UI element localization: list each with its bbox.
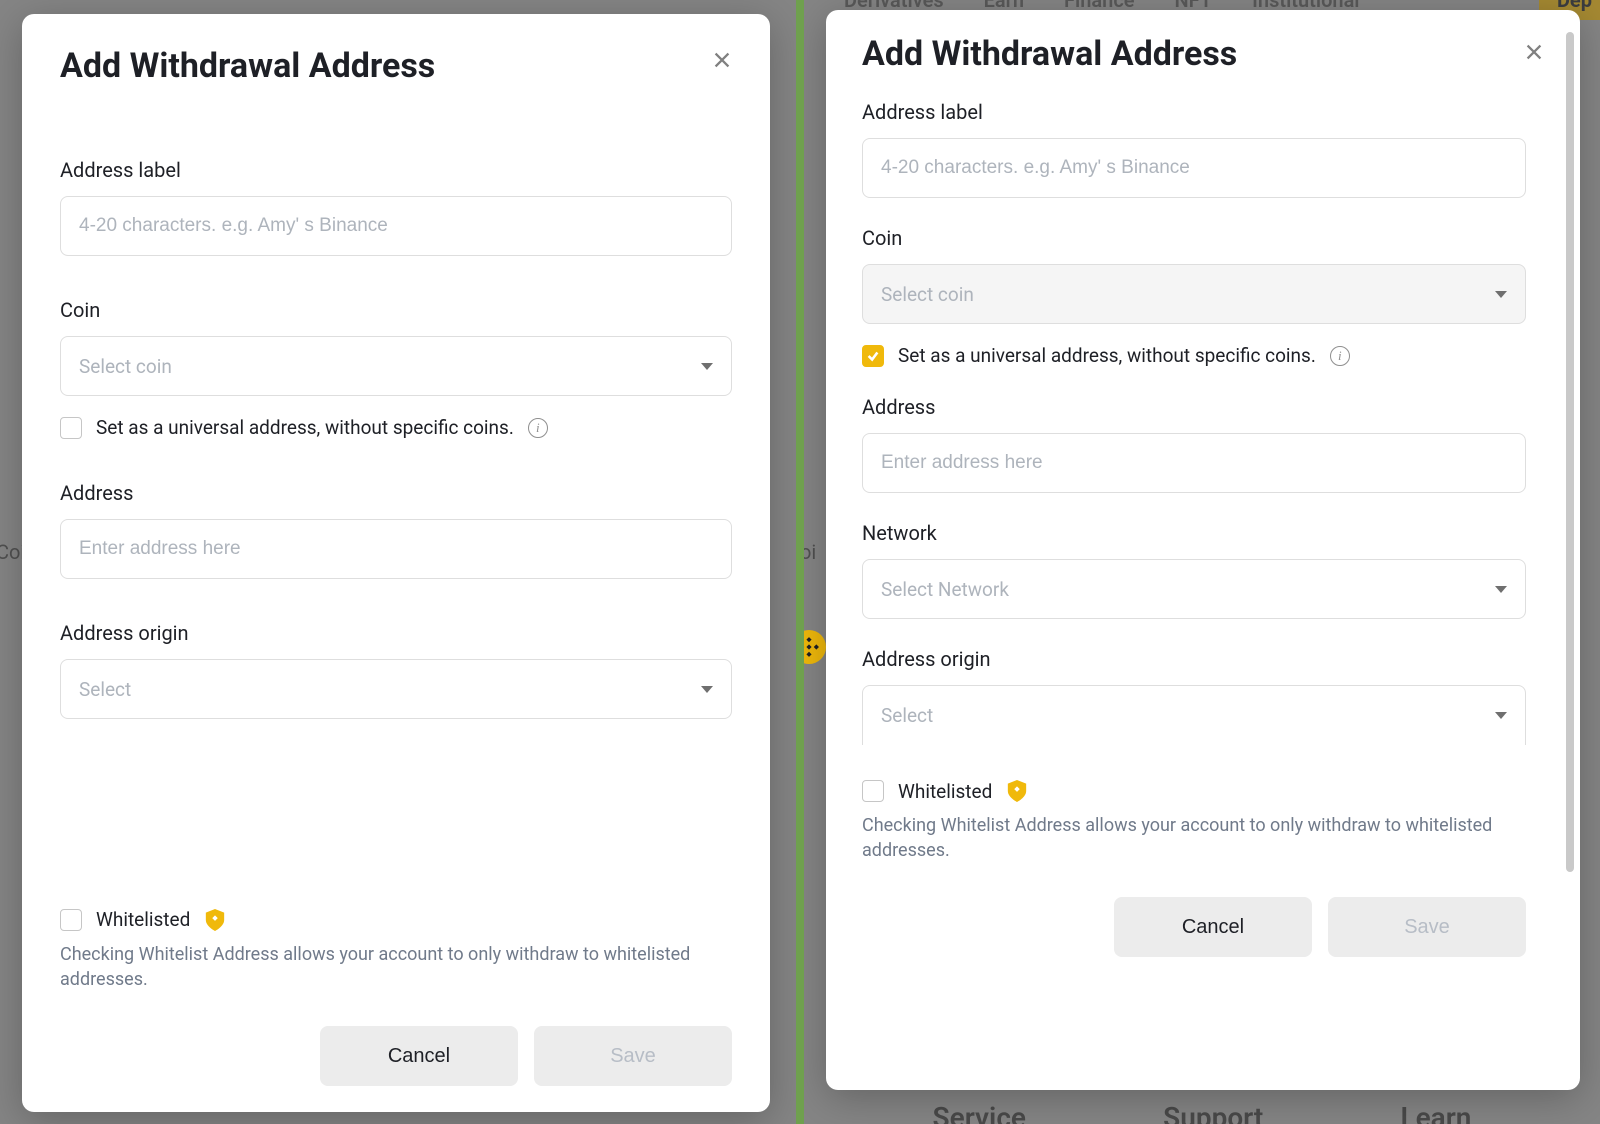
coin-select[interactable]: Select coin (862, 264, 1526, 324)
info-icon[interactable]: i (1330, 346, 1350, 366)
add-withdrawal-modal: Add Withdrawal Address Address label Coi… (826, 10, 1580, 1090)
whitelist-checkbox[interactable] (862, 780, 884, 802)
chevron-down-icon (701, 363, 713, 370)
universal-checkbox[interactable] (862, 345, 884, 367)
origin-label: Address origin (60, 621, 732, 645)
network-group: Network Select Network (862, 521, 1526, 619)
whitelist-helper: Checking Whitelist Address allows your a… (60, 942, 700, 992)
address-group: Address (60, 481, 732, 579)
chevron-down-icon (1495, 712, 1507, 719)
network-placeholder: Select Network (881, 578, 1009, 601)
coin-select[interactable]: Select coin (60, 336, 732, 396)
whitelist-group: Whitelisted Checking Whitelist Address a… (862, 779, 1526, 863)
coin-group: Coin Select coin Set as a universal addr… (60, 298, 732, 439)
address-label-input[interactable] (60, 196, 732, 256)
address-label: Address (60, 481, 732, 505)
modal-title: Add Withdrawal Address (60, 46, 435, 86)
origin-group: Address origin Select (60, 621, 732, 719)
address-input[interactable] (862, 433, 1526, 493)
origin-label: Address origin (862, 647, 1526, 671)
origin-group: Address origin Select (862, 647, 1526, 745)
scrollbar[interactable] (1566, 32, 1574, 872)
address-group: Address (862, 395, 1526, 493)
coin-group: Coin Select coin Set as a universal addr… (862, 226, 1526, 367)
cancel-button[interactable]: Cancel (320, 1026, 518, 1086)
universal-text: Set as a universal address, without spec… (96, 416, 514, 439)
coin-label: Coin (60, 298, 732, 322)
add-withdrawal-modal: Add Withdrawal Address Address label Coi… (22, 14, 770, 1112)
right-pane: Derivatives Earn Finance NFT Institution… (804, 0, 1600, 1124)
origin-select[interactable]: Select (60, 659, 732, 719)
cancel-button[interactable]: Cancel (1114, 897, 1312, 957)
address-label-group: Address label (862, 100, 1526, 198)
universal-text: Set as a universal address, without spec… (898, 344, 1316, 367)
address-input[interactable] (60, 519, 732, 579)
close-button[interactable] (704, 42, 740, 78)
address-label-label: Address label (60, 158, 732, 182)
modal-footer: Cancel Save (862, 897, 1526, 957)
bg-bottom-nav: Service Support Learn (804, 1101, 1600, 1124)
origin-select[interactable]: Select (862, 685, 1526, 745)
left-pane: Coi Add Withdrawal Address Address label… (0, 0, 796, 1124)
save-button[interactable]: Save (534, 1026, 732, 1086)
whitelist-label: Whitelisted (96, 908, 190, 931)
modal-footer: Cancel Save (60, 1026, 732, 1086)
modal-title: Add Withdrawal Address (862, 34, 1237, 74)
chevron-down-icon (1495, 291, 1507, 298)
save-button[interactable]: Save (1328, 897, 1526, 957)
whitelist-label: Whitelisted (898, 780, 992, 803)
network-label: Network (862, 521, 1526, 545)
address-label-label: Address label (862, 100, 1526, 124)
whitelist-helper: Checking Whitelist Address allows your a… (862, 813, 1502, 863)
coin-placeholder: Select coin (881, 283, 974, 306)
chevron-down-icon (1495, 586, 1507, 593)
shield-icon (204, 908, 226, 932)
address-label-input[interactable] (862, 138, 1526, 198)
origin-placeholder: Select (79, 678, 131, 701)
address-label-group: Address label (60, 158, 732, 256)
origin-placeholder: Select (881, 704, 933, 727)
chevron-down-icon (701, 686, 713, 693)
close-button[interactable] (1516, 34, 1552, 70)
whitelist-checkbox[interactable] (60, 909, 82, 931)
info-icon[interactable]: i (528, 418, 548, 438)
address-label: Address (862, 395, 1526, 419)
coin-label: Coin (862, 226, 1526, 250)
shield-icon (1006, 779, 1028, 803)
pane-divider (796, 0, 804, 1124)
bg-text: oi (804, 540, 816, 564)
network-select[interactable]: Select Network (862, 559, 1526, 619)
whitelist-group: Whitelisted Checking Whitelist Address a… (60, 908, 732, 992)
universal-checkbox[interactable] (60, 417, 82, 439)
coin-placeholder: Select coin (79, 355, 172, 378)
